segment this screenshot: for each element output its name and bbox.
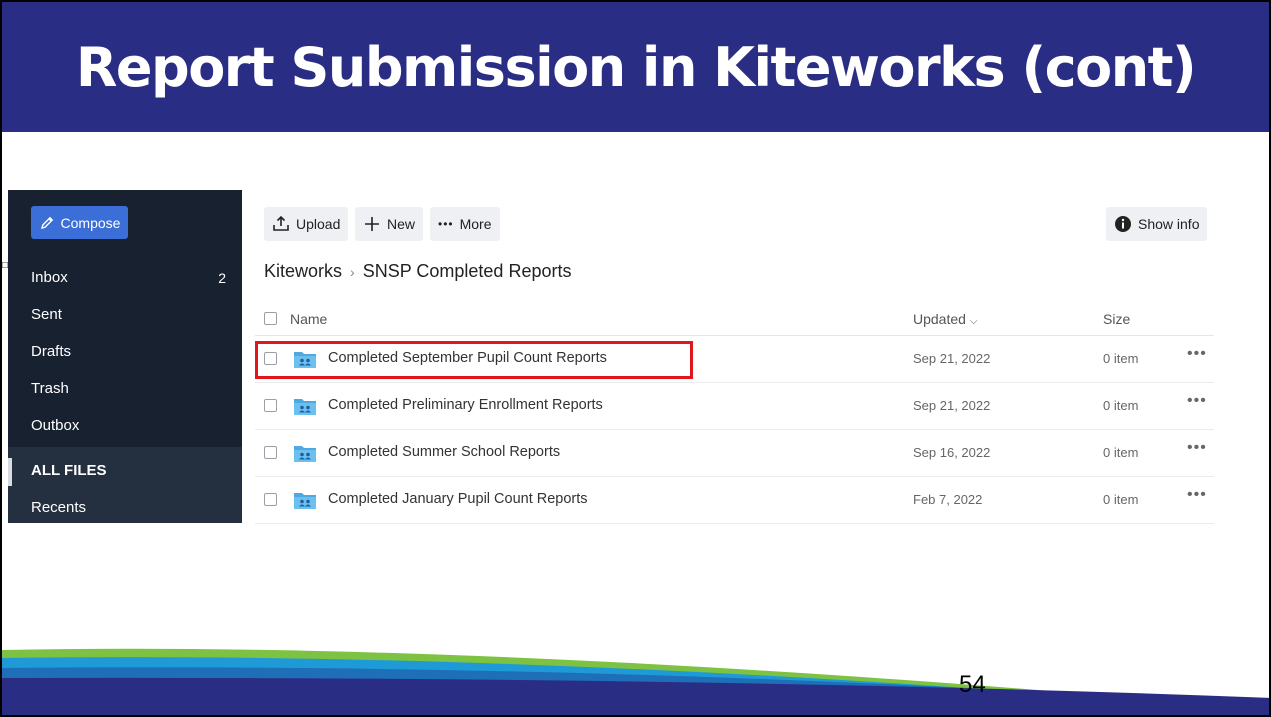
compose-button[interactable]: Compose — [31, 206, 128, 239]
sidebar-item-label: Drafts — [31, 343, 72, 360]
ellipsis-icon[interactable]: ••• — [1187, 439, 1207, 457]
file-size: 0 item — [1103, 351, 1139, 366]
page-number: 54 — [959, 671, 986, 698]
sidebar: Compose Inbox 2 Sent Drafts Trash Outbox… — [8, 190, 242, 523]
file-updated: Feb 7, 2022 — [913, 492, 983, 507]
table-row[interactable]: Completed January Pupil Count Reports Fe… — [255, 477, 1214, 524]
table-header: Name Updated ⌵ Size — [255, 302, 1214, 336]
sidebar-item-outbox[interactable]: Outbox — [31, 417, 79, 434]
file-table: Name Updated ⌵ Size Completed September … — [255, 302, 1214, 524]
upload-button[interactable]: Upload — [264, 207, 349, 241]
sidebar-item-trash[interactable]: Trash — [31, 380, 69, 397]
shared-folder-icon — [294, 446, 316, 462]
sidebar-item-recents[interactable]: Recents — [31, 499, 86, 516]
show-info-label: Show info — [1138, 216, 1200, 232]
slide: Report Submission in Kiteworks (cont) □ … — [0, 0, 1271, 717]
ellipsis-icon[interactable]: ••• — [1187, 345, 1207, 363]
plus-icon — [365, 217, 379, 231]
file-updated: Sep 16, 2022 — [913, 445, 991, 460]
title-bar: Report Submission in Kiteworks (cont) — [2, 2, 1269, 132]
row-checkbox[interactable] — [264, 352, 277, 365]
sidebar-item-inbox[interactable]: Inbox — [31, 269, 68, 286]
inbox-count-badge: 2 — [218, 270, 226, 286]
table-row[interactable]: Completed Preliminary Enrollment Reports… — [255, 383, 1214, 430]
file-name[interactable]: Completed Summer School Reports — [328, 444, 560, 460]
file-updated: Sep 21, 2022 — [913, 398, 991, 413]
file-name[interactable]: Completed September Pupil Count Reports — [328, 350, 607, 366]
file-updated: Sep 21, 2022 — [913, 351, 991, 366]
sidebar-item-label: Inbox — [31, 269, 68, 286]
chevron-down-icon: ⌵ — [969, 316, 978, 327]
pencil-icon — [40, 216, 53, 229]
shared-folder-icon — [294, 493, 316, 509]
chevron-right-icon: › — [350, 263, 355, 280]
sidebar-item-label: ALL FILES — [31, 462, 107, 479]
column-header-size[interactable]: Size — [1103, 311, 1130, 327]
sidebar-item-label: Sent — [31, 306, 62, 323]
active-item-marker — [8, 458, 12, 486]
sidebar-item-label: Outbox — [31, 417, 80, 434]
ellipsis-icon[interactable]: ••• — [1187, 486, 1207, 504]
row-checkbox[interactable] — [264, 446, 277, 459]
sidebar-item-sent[interactable]: Sent — [31, 306, 62, 323]
more-label: More — [459, 216, 492, 232]
upload-label: Upload — [296, 216, 341, 232]
compose-label: Compose — [60, 214, 121, 231]
table-row[interactable]: Completed September Pupil Count Reports … — [255, 336, 1214, 383]
slide-title: Report Submission in Kiteworks (cont) — [75, 35, 1197, 99]
sidebar-item-drafts[interactable]: Drafts — [31, 343, 71, 360]
new-button[interactable]: New — [355, 207, 424, 241]
breadcrumb: Kiteworks › SNSP Completed Reports — [264, 261, 571, 282]
select-all-checkbox[interactable] — [264, 312, 277, 325]
info-icon — [1115, 216, 1131, 232]
row-checkbox[interactable] — [264, 493, 277, 506]
file-size: 0 item — [1103, 492, 1139, 507]
footer-wave-decoration — [2, 648, 1269, 715]
column-header-updated[interactable]: Updated ⌵ — [913, 311, 977, 327]
file-size: 0 item — [1103, 445, 1139, 460]
file-name[interactable]: Completed Preliminary Enrollment Reports — [328, 397, 603, 413]
more-button[interactable]: ••• More — [430, 207, 500, 241]
sidebar-item-all-files[interactable]: ALL FILES — [31, 462, 107, 479]
breadcrumb-root[interactable]: Kiteworks — [264, 261, 342, 282]
shared-folder-icon — [294, 352, 316, 368]
row-checkbox[interactable] — [264, 399, 277, 412]
table-row[interactable]: Completed Summer School Reports Sep 16, … — [255, 430, 1214, 477]
upload-icon — [273, 215, 289, 231]
file-size: 0 item — [1103, 398, 1139, 413]
breadcrumb-current: SNSP Completed Reports — [362, 261, 572, 281]
new-label: New — [387, 216, 416, 232]
ellipsis-icon: ••• — [438, 217, 454, 231]
sidebar-item-label: Trash — [31, 380, 69, 397]
ellipsis-icon[interactable]: ••• — [1187, 392, 1207, 410]
column-header-updated-label: Updated — [913, 311, 966, 327]
shared-folder-icon — [294, 399, 316, 415]
column-header-name[interactable]: Name — [290, 311, 327, 327]
file-name[interactable]: Completed January Pupil Count Reports — [328, 491, 588, 507]
sidebar-item-label: Recents — [31, 499, 87, 516]
show-info-button[interactable]: Show info — [1106, 207, 1208, 241]
